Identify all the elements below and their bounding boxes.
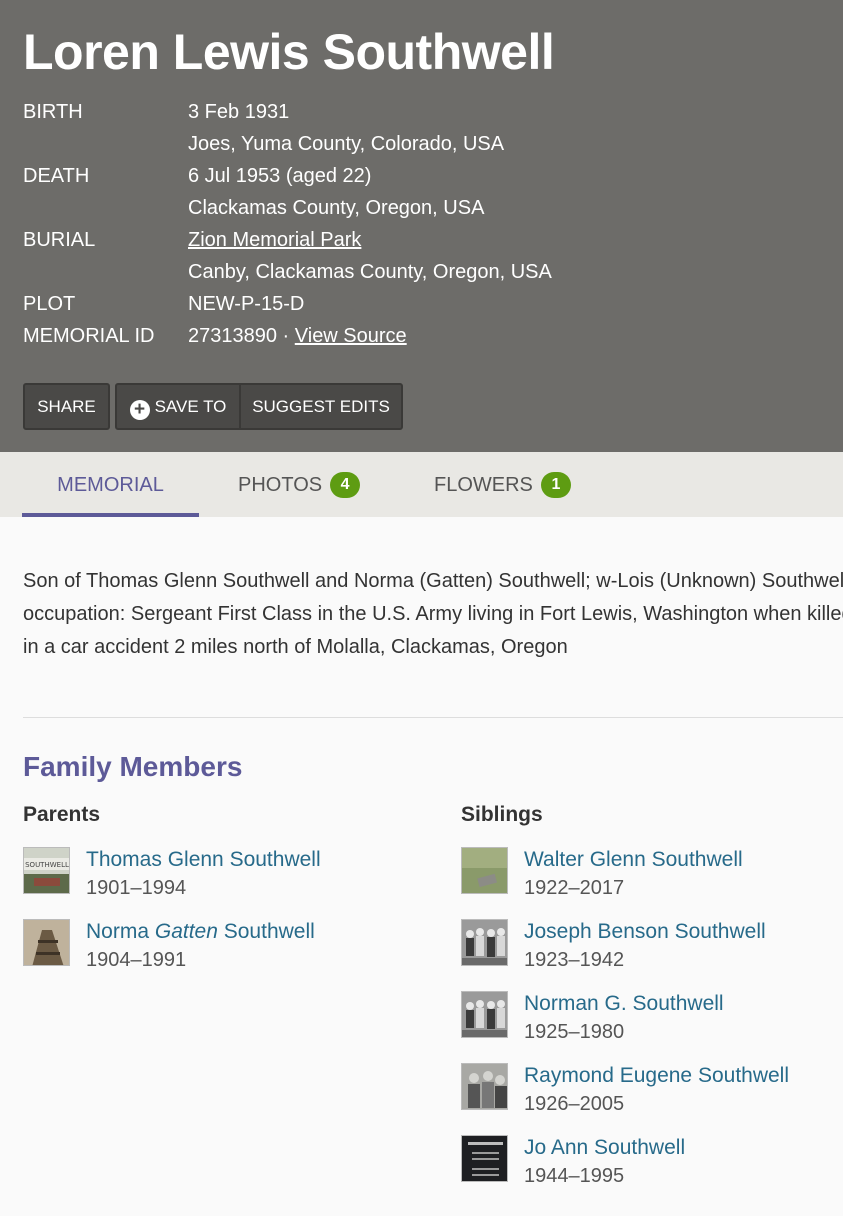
person-photo: [461, 991, 508, 1038]
birth-place-row: Joes, Yuma County, Colorado, USA: [23, 128, 823, 160]
tab-bar: MEMORIAL PHOTOS 4 FLOWERS 1: [0, 452, 843, 517]
person-maiden-name: Gatten: [154, 920, 218, 943]
person-name[interactable]: Norma Gatten Southwell: [86, 919, 315, 945]
plot-row: PLOT NEW-P-15-D: [23, 288, 823, 320]
family-members-title: Family Members: [23, 751, 243, 782]
person-dates: 1944–1995: [524, 1165, 625, 1187]
plus-circle-icon: +: [129, 400, 150, 420]
person-name-last: Southwell: [217, 920, 315, 943]
save-to-label: SAVE TO: [154, 397, 227, 416]
memorial-facts: BIRTH 3 Feb 1931 Joes, Yuma County, Colo…: [23, 96, 823, 352]
tab-memorial-label: MEMORIAL: [57, 474, 164, 496]
person-photo: [461, 1135, 508, 1182]
tab-photos[interactable]: PHOTOS 4: [238, 452, 361, 517]
sibling-item[interactable]: Walter Glenn Southwell 1922–2017: [461, 847, 821, 907]
parent-item[interactable]: SOUTHWELL Thomas Glenn Southwell 1901–19…: [23, 847, 383, 907]
birth-place: Joes, Yuma County, Colorado, USA: [188, 133, 505, 155]
bio-text: Son of Thomas Glenn Southwell and Norma …: [23, 565, 843, 664]
death-place: Clackamas County, Oregon, USA: [188, 197, 485, 219]
burial-place-row: Canby, Clackamas County, Oregon, USA: [23, 256, 823, 288]
person-dates: 1904–1991: [86, 949, 187, 971]
button-group: + SAVE TO SUGGEST EDITS: [115, 383, 403, 430]
share-button[interactable]: SHARE: [23, 383, 110, 430]
sibling-item[interactable]: Jo Ann Southwell 1944–1995: [461, 1135, 821, 1195]
tab-flowers-label: FLOWERS: [434, 474, 533, 496]
person-photo: [461, 919, 508, 966]
tab-photos-label: PHOTOS: [238, 474, 323, 496]
person-dates: 1901–1994: [86, 877, 187, 899]
bio-line: occupation: Sergeant First Class in the …: [23, 603, 843, 625]
person-name[interactable]: Jo Ann Southwell: [524, 1135, 685, 1161]
person-photo: [461, 847, 508, 894]
photos-count-badge: 4: [330, 472, 361, 498]
svg-text:SOUTHWELL: SOUTHWELL: [25, 861, 69, 869]
death-place-row: Clackamas County, Oregon, USA: [23, 192, 823, 224]
memorial-id: 27313890 ·: [188, 325, 295, 347]
death-date: 6 Jul 1953 (aged 22): [188, 165, 372, 187]
person-dates: 1925–1980: [524, 1021, 625, 1043]
person-photo: [461, 1063, 508, 1110]
siblings-heading: Siblings: [461, 803, 543, 826]
burial-label: BURIAL: [23, 229, 96, 251]
birth-row: BIRTH 3 Feb 1931: [23, 96, 823, 128]
bio-line: in a car accident 2 miles north of Molal…: [23, 636, 568, 658]
suggest-edits-button[interactable]: SUGGEST EDITS: [241, 385, 401, 428]
plot-label: PLOT: [23, 293, 76, 315]
person-dates: 1922–2017: [524, 877, 625, 899]
memorial-id-value: 27313890 · View Source: [188, 320, 407, 352]
tab-memorial[interactable]: MEMORIAL: [22, 452, 199, 517]
flowers-count-badge: 1: [540, 472, 571, 498]
person-name-first: Norma: [86, 920, 155, 943]
divider: [23, 717, 843, 718]
memorial-name: Loren Lewis Southwell: [23, 24, 555, 80]
burial-row: BURIAL Zion Memorial Park: [23, 224, 823, 256]
person-name[interactable]: Raymond Eugene Southwell: [524, 1063, 789, 1089]
person-dates: 1923–1942: [524, 949, 625, 971]
memorial-id-row: MEMORIAL ID 27313890 · View Source: [23, 320, 823, 352]
bio-line: Son of Thomas Glenn Southwell and Norma …: [23, 570, 843, 592]
view-source-link[interactable]: View Source: [295, 325, 407, 347]
sibling-item[interactable]: Norman G. Southwell 1925–1980: [461, 991, 821, 1051]
birth-date: 3 Feb 1931: [188, 101, 290, 123]
person-name[interactable]: Norman G. Southwell: [524, 991, 724, 1017]
plot-value: NEW-P-15-D: [188, 293, 305, 315]
person-photo: [23, 919, 70, 966]
sibling-item[interactable]: Joseph Benson Southwell 1923–1942: [461, 919, 821, 979]
tab-flowers[interactable]: FLOWERS 1: [434, 452, 571, 517]
save-to-button[interactable]: + SAVE TO: [117, 385, 241, 428]
cemetery-link[interactable]: Zion Memorial Park: [188, 224, 361, 256]
death-row: DEATH 6 Jul 1953 (aged 22): [23, 160, 823, 192]
person-name[interactable]: Joseph Benson Southwell: [524, 919, 766, 945]
memorial-id-label: MEMORIAL ID: [23, 325, 155, 347]
death-label: DEATH: [23, 165, 90, 187]
parent-item[interactable]: Norma Gatten Southwell 1904–1991: [23, 919, 383, 979]
birth-label: BIRTH: [23, 101, 83, 123]
person-name[interactable]: Walter Glenn Southwell: [524, 847, 743, 873]
burial-place: Canby, Clackamas County, Oregon, USA: [188, 261, 552, 283]
person-name[interactable]: Thomas Glenn Southwell: [86, 847, 321, 873]
parents-heading: Parents: [23, 803, 101, 826]
memorial-header: Loren Lewis Southwell BIRTH 3 Feb 1931 J…: [0, 0, 843, 452]
person-dates: 1926–2005: [524, 1093, 625, 1115]
person-photo: SOUTHWELL: [23, 847, 70, 894]
sibling-item[interactable]: Raymond Eugene Southwell 1926–2005: [461, 1063, 821, 1123]
